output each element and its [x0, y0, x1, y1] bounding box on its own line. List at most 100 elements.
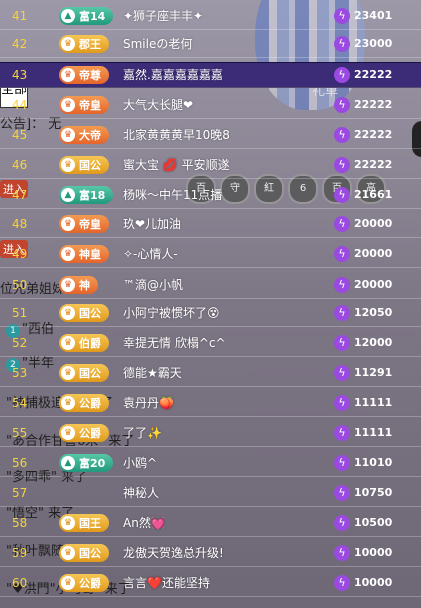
row-divider	[0, 476, 421, 477]
crown-icon: ♛	[61, 516, 75, 530]
lightning-coin-icon: ϟ	[334, 365, 350, 381]
contribution-score: 23401	[354, 9, 393, 22]
rank-number: 43	[12, 68, 28, 82]
rank-number: 46	[12, 158, 28, 172]
contribution-score: 10000	[354, 576, 393, 589]
rank-number: 55	[12, 426, 28, 440]
badge-label: 伯爵	[79, 337, 101, 350]
badge-label: 国王	[79, 517, 101, 530]
user-name[interactable]: 了了✨	[123, 421, 162, 445]
noble-badge: ♛ 国王	[59, 514, 109, 532]
badge-label: 公爵	[79, 397, 101, 410]
row-divider	[0, 178, 421, 179]
user-name[interactable]: An然💓	[123, 511, 166, 535]
crown-icon: ♛	[61, 217, 75, 231]
badge-label: 国公	[79, 547, 101, 560]
user-name[interactable]: 玖❤儿加油	[123, 212, 181, 236]
leaderboard-row[interactable]: 46 ♛ 国公 蜜大宝 💋 平安顺遂 ϟ 22222	[0, 153, 421, 177]
badge-label: 帝皇	[79, 99, 101, 112]
contribution-score: 11111	[354, 426, 393, 439]
row-divider	[0, 298, 421, 299]
contribution-score: 11010	[354, 456, 393, 469]
contribution-score: 12050	[354, 306, 393, 319]
user-name[interactable]: 北家黄黄黄早10晚8	[123, 123, 230, 147]
row-divider	[0, 596, 421, 597]
noble-badge: ♛ 公爵	[59, 424, 109, 442]
user-name[interactable]: 大气大长腿❤	[123, 93, 193, 117]
leaderboard-row[interactable]: 41 ▲ 富14 ✦狮子座丰丰✦ ϟ 23401	[0, 4, 421, 28]
leaderboard-row[interactable]: 51 ♛ 国公 小阿宁被惯坏了😵 ϟ 12050	[0, 301, 421, 325]
rank-number: 44	[12, 98, 28, 112]
row-divider	[0, 446, 421, 447]
user-name[interactable]: ™滴@小帆	[123, 273, 183, 297]
rank-number: 47	[12, 188, 28, 202]
contribution-score: 10000	[354, 546, 393, 559]
noble-badge: ♛ 国公	[59, 544, 109, 562]
leaderboard-row[interactable]: 49 ♛ 神皇 ✧-心情人-ϟ 20000	[0, 242, 421, 266]
user-name[interactable]: 神秘人	[123, 481, 159, 505]
badge-label: 大帝	[79, 129, 101, 142]
leaderboard-row[interactable]: 57 神秘人 ϟ 10750	[0, 481, 421, 505]
crown-icon: ♛	[61, 396, 75, 410]
crown-icon: ♛	[61, 546, 75, 560]
user-name[interactable]: 袁丹丹🍑	[123, 391, 174, 415]
user-name[interactable]: 龙傲天贺逸总升级!	[123, 541, 224, 565]
noble-badge: ♛ 国公	[59, 364, 109, 382]
crown-icon: ♛	[61, 68, 75, 82]
leaderboard-row[interactable]: 55 ♛ 公爵 了了✨ ϟ 11111	[0, 421, 421, 445]
user-name[interactable]: 言言❤️还能坚持	[123, 571, 210, 595]
leaderboard-row[interactable]: 43 ♛ 帝尊 嘉然.嘉嘉嘉嘉嘉嘉 ϟ 22222	[0, 62, 421, 88]
row-divider	[0, 416, 421, 417]
leaderboard-row[interactable]: 44 ♛ 帝皇 大气大长腿❤ ϟ 22222	[0, 93, 421, 117]
leaderboard-row[interactable]: 52 ♛ 伯爵 幸提无情 欣榻^c^ ϟ 12000	[0, 331, 421, 355]
crown-icon: ♛	[61, 278, 75, 292]
row-divider	[0, 536, 421, 537]
rank-number: 60	[12, 576, 28, 590]
noble-badge: ♛ 神	[59, 276, 98, 294]
leaderboard-row[interactable]: 56 ▲ 富20 小鸥^ ϟ 11010	[0, 451, 421, 475]
contribution-score: 22222	[354, 98, 393, 111]
user-name[interactable]: ✧-心情人-	[123, 242, 178, 266]
leaderboard-row[interactable]: 45 ♛ 大帝 北家黄黄黄早10晚8 ϟ 22222	[0, 123, 421, 147]
leaderboard-row[interactable]: 42 ♛ 郡王 Smileの老何 ϟ 23000	[0, 32, 421, 56]
leaderboard-row[interactable]: 50 ♛ 神 ™滴@小帆 ϟ 20000	[0, 273, 421, 297]
badge-label: 神	[79, 279, 90, 292]
crown-icon: ♛	[61, 128, 75, 142]
contribution-score: 20000	[354, 217, 393, 230]
contribution-score: 22222	[354, 158, 393, 171]
user-name[interactable]: Smileの老何	[123, 32, 192, 56]
user-name[interactable]: 德能★霸天	[123, 361, 182, 385]
user-name[interactable]: 蜜大宝 💋 平安顺遂	[123, 153, 230, 177]
user-name[interactable]: 幸提无情 欣榻^c^	[123, 331, 226, 355]
leaderboard-row[interactable]: 47 ▲ 富18 杨咪～中午11点播 ϟ 21661	[0, 183, 421, 207]
leaderboard-row[interactable]: 60 ♛ 公爵 言言❤️还能坚持 ϟ 10000	[0, 571, 421, 595]
row-divider	[0, 57, 421, 58]
user-name[interactable]: 小鸥^	[123, 451, 157, 475]
user-name[interactable]: ✦狮子座丰丰✦	[123, 4, 203, 28]
user-name[interactable]: 杨咪～中午11点播	[123, 183, 222, 207]
row-divider	[0, 267, 421, 268]
lightning-coin-icon: ϟ	[334, 455, 350, 471]
contribution-score: 10500	[354, 516, 393, 529]
row-divider	[0, 566, 421, 567]
lightning-coin-icon: ϟ	[334, 67, 350, 83]
lightning-coin-icon: ϟ	[334, 157, 350, 173]
leaderboard-row[interactable]: 53 ♛ 国公 德能★霸天 ϟ 11291	[0, 361, 421, 385]
rank-number: 53	[12, 366, 28, 380]
user-name[interactable]: 嘉然.嘉嘉嘉嘉嘉嘉	[123, 63, 223, 87]
leaderboard-row[interactable]: 59 ♛ 国公 龙傲天贺逸总升级! ϟ 10000	[0, 541, 421, 565]
contribution-score: 21661	[354, 188, 393, 201]
rank-number: 52	[12, 336, 28, 350]
crown-icon: ▲	[61, 456, 75, 470]
leaderboard-row[interactable]: 48 ♛ 帝皇 玖❤儿加油 ϟ 20000	[0, 212, 421, 236]
contribution-score: 20000	[354, 278, 393, 291]
row-divider	[0, 118, 421, 119]
noble-badge: ♛ 伯爵	[59, 334, 109, 352]
crown-icon: ♛	[61, 158, 75, 172]
leaderboard-row[interactable]: 54 ♛ 公爵 袁丹丹🍑 ϟ 11111	[0, 391, 421, 415]
leaderboard-row[interactable]: 58 ♛ 国王 An然💓 ϟ 10500	[0, 511, 421, 535]
contribution-score: 22222	[354, 128, 393, 141]
contribution-score: 11111	[354, 396, 393, 409]
row-divider	[0, 148, 421, 149]
user-name[interactable]: 小阿宁被惯坏了😵	[123, 301, 220, 325]
